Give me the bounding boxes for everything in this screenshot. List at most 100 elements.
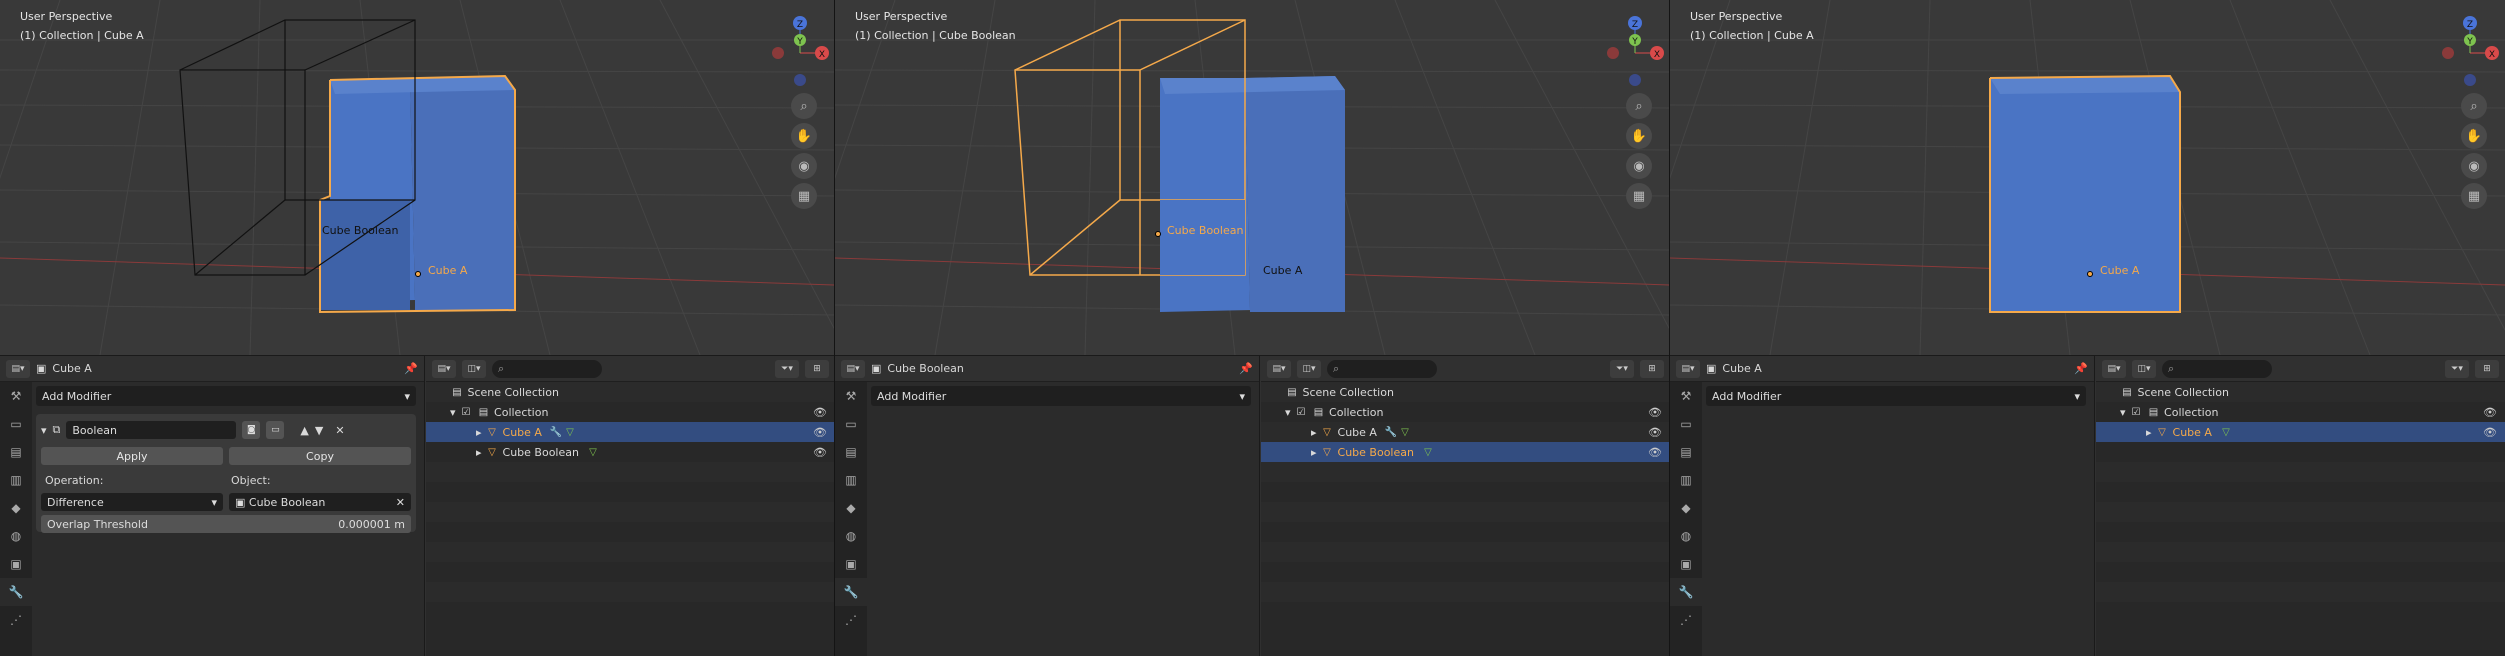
grid-view-icon[interactable]: ▦ bbox=[2461, 183, 2487, 209]
outliner-item-cube-boolean[interactable]: ▸ ▽ Cube Boolean ▽ 👁 bbox=[426, 442, 834, 462]
chevron-down-icon: ▾ bbox=[2074, 389, 2080, 403]
particles-tab-icon[interactable]: ⋰ bbox=[835, 606, 867, 634]
view-layer-tab-icon[interactable]: ▥ bbox=[835, 466, 867, 494]
collapse-icon[interactable]: ▾ bbox=[41, 424, 47, 437]
object-label: Object: bbox=[231, 473, 271, 487]
object-tab-icon[interactable]: ▣ bbox=[835, 550, 867, 578]
object-tab-icon[interactable]: ▣ bbox=[0, 550, 32, 578]
scene-collection-row[interactable]: ▤ Scene Collection bbox=[2096, 382, 2505, 402]
add-modifier-dropdown[interactable]: Add Modifier ▾ bbox=[1706, 386, 2086, 406]
mesh-data-icon: ▽ bbox=[2222, 426, 2230, 438]
object-tab-icon[interactable]: ▣ bbox=[1670, 550, 1702, 578]
axis-gizmo[interactable]: Z Y X bbox=[765, 8, 835, 88]
particles-tab-icon[interactable]: ⋰ bbox=[1670, 606, 1702, 634]
render-tab-icon[interactable]: ▭ bbox=[1670, 410, 1702, 438]
scene-tab-icon[interactable]: ◆ bbox=[835, 494, 867, 522]
viewport-3d[interactable]: User Perspective (1) Collection | Cube A… bbox=[0, 0, 835, 355]
editor-type-icon[interactable]: ▤▾ bbox=[1676, 359, 1700, 378]
world-tab-icon[interactable]: ◍ bbox=[835, 522, 867, 550]
scene-collection-row[interactable]: ▤ Scene Collection bbox=[426, 382, 834, 402]
axis-gizmo[interactable]: Z Y X bbox=[1600, 8, 1670, 88]
view-layer-tab-icon[interactable]: ▥ bbox=[0, 466, 32, 494]
viewport-3d[interactable]: User Perspective (1) Collection | Cube B… bbox=[835, 0, 1670, 355]
render-toggle-icon[interactable]: ◙ bbox=[242, 421, 261, 439]
hand-icon[interactable]: ✋ bbox=[1626, 123, 1652, 149]
properties-editor: ▤▾ ▣ Cube A 📌 ⚒ ▭ ▤ ▥ ◆ ◍ ▣ 🔧 ⋰ Add Modi… bbox=[0, 356, 425, 656]
outliner-item-cube-boolean[interactable]: ▸ ▽ Cube Boolean ▽ 👁 bbox=[1261, 442, 1669, 462]
zoom-icon[interactable]: ⌕ bbox=[791, 93, 817, 119]
modifier-tab-icon[interactable]: 🔧 bbox=[835, 578, 867, 606]
camera-icon[interactable]: ◉ bbox=[791, 153, 817, 179]
viewport-3d[interactable]: User Perspective (1) Collection | Cube A… bbox=[1670, 0, 2505, 355]
new-collection-icon[interactable]: ⊞ bbox=[1640, 359, 1664, 378]
collection-row[interactable]: ▾ ☑ ▤ Collection 👁 bbox=[1261, 402, 1669, 422]
output-tab-icon[interactable]: ▤ bbox=[0, 438, 32, 466]
grid-view-icon[interactable]: ▦ bbox=[1626, 183, 1652, 209]
close-icon[interactable]: ✕ bbox=[335, 424, 344, 437]
search-input[interactable]: ⌕ bbox=[2162, 359, 2272, 378]
display-mode-icon[interactable]: ◫▾ bbox=[462, 359, 486, 378]
world-tab-icon[interactable]: ◍ bbox=[0, 522, 32, 550]
scene-tab-icon[interactable]: ◆ bbox=[1670, 494, 1702, 522]
search-input[interactable]: ⌕ bbox=[1327, 359, 1437, 378]
output-tab-icon[interactable]: ▤ bbox=[1670, 438, 1702, 466]
zoom-icon[interactable]: ⌕ bbox=[1626, 93, 1652, 119]
expand-icon: ▾ bbox=[2120, 405, 2126, 419]
output-tab-icon[interactable]: ▤ bbox=[835, 438, 867, 466]
scene-tab-icon[interactable]: ◆ bbox=[0, 494, 32, 522]
pin-icon[interactable]: 📌 bbox=[1239, 362, 1253, 375]
outliner-item-cube-a[interactable]: ▸ ▽ Cube A 🔧 ▽ 👁 bbox=[426, 422, 834, 442]
editor-type-icon[interactable]: ▤▾ bbox=[841, 359, 865, 378]
object-label-cube-a: Cube A bbox=[1263, 264, 1303, 277]
modifier-tab-icon[interactable]: 🔧 bbox=[1670, 578, 1702, 606]
filter-icon[interactable]: ⏷▾ bbox=[1610, 359, 1634, 378]
world-tab-icon[interactable]: ◍ bbox=[1670, 522, 1702, 550]
axis-gizmo[interactable]: Z Y X bbox=[2435, 8, 2505, 88]
scene-collection-row[interactable]: ▤ Scene Collection bbox=[1261, 382, 1669, 402]
object-label-cube-boolean: Cube Boolean bbox=[1167, 224, 1244, 237]
collection-row[interactable]: ▾ ☑ ▤ Collection 👁 bbox=[426, 402, 834, 422]
particles-tab-icon[interactable]: ⋰ bbox=[0, 606, 32, 634]
tool-tab-icon[interactable]: ⚒ bbox=[1670, 382, 1702, 410]
new-collection-icon[interactable]: ⊞ bbox=[805, 359, 829, 378]
pin-icon[interactable]: 📌 bbox=[2074, 362, 2088, 375]
collection-row[interactable]: ▾ ☑ ▤ Collection 👁 bbox=[2096, 402, 2505, 422]
pin-icon[interactable]: 📌 bbox=[404, 362, 418, 375]
tool-tab-icon[interactable]: ⚒ bbox=[0, 382, 32, 410]
apply-button[interactable]: Apply bbox=[41, 447, 223, 465]
filter-icon[interactable]: ⏷▾ bbox=[775, 359, 799, 378]
editor-type-icon[interactable]: ▤▾ bbox=[6, 359, 30, 378]
zoom-icon[interactable]: ⌕ bbox=[2461, 93, 2487, 119]
hand-icon[interactable]: ✋ bbox=[2461, 123, 2487, 149]
display-mode-icon[interactable]: ◫▾ bbox=[1297, 359, 1321, 378]
modifier-tab-icon[interactable]: 🔧 bbox=[0, 578, 32, 606]
render-tab-icon[interactable]: ▭ bbox=[0, 410, 32, 438]
copy-button[interactable]: Copy bbox=[229, 447, 411, 465]
modifier-name-field[interactable]: Boolean bbox=[66, 421, 237, 439]
outliner-item-cube-a[interactable]: ▸ ▽ Cube A 🔧 ▽ 👁 bbox=[1261, 422, 1669, 442]
camera-icon[interactable]: ◉ bbox=[2461, 153, 2487, 179]
outliner-editor-icon[interactable]: ▤▾ bbox=[1267, 359, 1291, 378]
hand-icon[interactable]: ✋ bbox=[791, 123, 817, 149]
viewport-grid bbox=[1670, 0, 2505, 355]
camera-icon[interactable]: ◉ bbox=[1626, 153, 1652, 179]
move-down-icon[interactable]: ▼ bbox=[315, 424, 323, 437]
display-mode-icon[interactable]: ◫▾ bbox=[2132, 359, 2156, 378]
grid-view-icon[interactable]: ▦ bbox=[791, 183, 817, 209]
search-input[interactable]: ⌕ bbox=[492, 359, 602, 378]
outliner-item-cube-a[interactable]: ▸ ▽ Cube A ▽ 👁 bbox=[2096, 422, 2505, 442]
object-select[interactable]: ▣ Cube Boolean ✕ bbox=[229, 493, 411, 511]
overlap-threshold-field[interactable]: Overlap Threshold 0.000001 m bbox=[41, 515, 411, 533]
view-layer-tab-icon[interactable]: ▥ bbox=[1670, 466, 1702, 494]
add-modifier-dropdown[interactable]: Add Modifier ▾ bbox=[871, 386, 1251, 406]
new-collection-icon[interactable]: ⊞ bbox=[2475, 359, 2499, 378]
add-modifier-dropdown[interactable]: Add Modifier ▾ bbox=[36, 386, 416, 406]
move-up-icon[interactable]: ▲ bbox=[300, 424, 308, 437]
render-tab-icon[interactable]: ▭ bbox=[835, 410, 867, 438]
viewport-toggle-icon[interactable]: ▭ bbox=[266, 421, 285, 439]
operation-select[interactable]: Difference ▾ bbox=[41, 493, 223, 511]
outliner-editor-icon[interactable]: ▤▾ bbox=[2102, 359, 2126, 378]
outliner-editor-icon[interactable]: ▤▾ bbox=[432, 359, 456, 378]
filter-icon[interactable]: ⏷▾ bbox=[2445, 359, 2469, 378]
tool-tab-icon[interactable]: ⚒ bbox=[835, 382, 867, 410]
